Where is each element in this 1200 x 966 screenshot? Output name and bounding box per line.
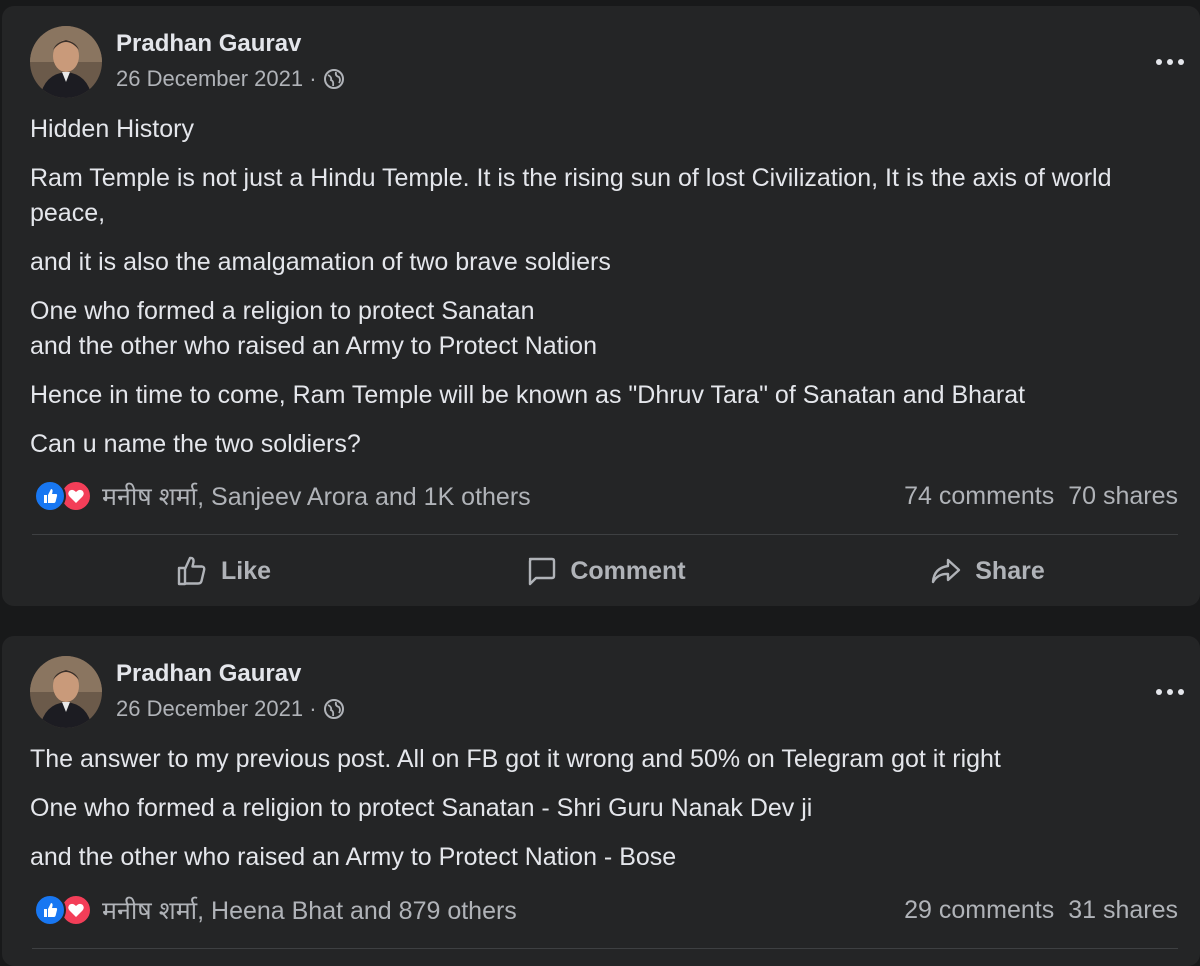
share-label: Share	[975, 556, 1045, 585]
comment-icon	[529, 557, 556, 586]
post-text-line: One who formed a religion to protect San…	[30, 297, 535, 325]
post-text-line: and the other who raised an Army to Prot…	[30, 843, 677, 871]
post-date[interactable]: 26 December 2021 ·	[116, 66, 317, 92]
post-stats: मनीष शर्मा, Sanjeev Arora and 1K others …	[34, 476, 1178, 516]
divider	[32, 948, 1178, 949]
like-reaction-icon	[34, 480, 66, 512]
post-body: Hidden History Ram Temple is not just a …	[30, 112, 1170, 476]
post-body: The answer to my previous post. All on F…	[30, 742, 1170, 889]
post-meta: 26 December 2021 ·	[116, 66, 345, 92]
engagement-counts: 74 comments 70 shares	[904, 482, 1178, 511]
post-header: Pradhan Gaurav 26 December 2021 ·	[30, 26, 1184, 98]
comment-label: Comment	[570, 556, 686, 585]
more-options-icon[interactable]	[1150, 52, 1190, 72]
author-avatar[interactable]	[30, 26, 102, 98]
post-text-line: One who formed a religion to protect San…	[30, 794, 813, 822]
post-text-line: Ram Temple is not just a Hindu Temple. I…	[30, 164, 1112, 227]
author-avatar[interactable]	[30, 656, 102, 728]
post-text-line: Hidden History	[30, 115, 194, 143]
globe-icon	[323, 68, 345, 90]
reactions-summary[interactable]: मनीष शर्मा, Sanjeev Arora and 1K others	[34, 479, 531, 513]
post-text-line: Hence in time to come, Ram Temple will b…	[30, 381, 1026, 409]
post-text-line: and the other who raised an Army to Prot…	[30, 332, 597, 360]
comments-count[interactable]: 29 comments	[904, 896, 1054, 925]
post-date[interactable]: 26 December 2021 ·	[116, 696, 317, 722]
more-options-icon[interactable]	[1150, 682, 1190, 702]
reactions-text[interactable]: मनीष शर्मा, Heena Bhat and 879 others	[102, 893, 517, 927]
comments-count[interactable]: 74 comments	[904, 482, 1054, 511]
like-label: Like	[220, 556, 272, 585]
post-text-line: Can u name the two soldiers?	[30, 430, 361, 458]
author-name[interactable]: Pradhan Gaurav	[116, 30, 301, 58]
action-bar: Like Comment Share	[32, 541, 1178, 601]
thumbs-up-icon	[177, 556, 206, 586]
reactions-summary[interactable]: मनीष शर्मा, Heena Bhat and 879 others	[34, 893, 517, 927]
post-card: Pradhan Gaurav 26 December 2021 · The an…	[2, 636, 1200, 966]
post-header: Pradhan Gaurav 26 December 2021 ·	[30, 656, 1184, 728]
like-button[interactable]: Like	[32, 554, 414, 588]
share-arrow-icon	[932, 558, 961, 584]
post-card: Pradhan Gaurav 26 December 2021 · Hidden…	[2, 6, 1200, 606]
shares-count[interactable]: 31 shares	[1068, 896, 1178, 925]
globe-icon	[323, 698, 345, 720]
divider	[32, 534, 1178, 535]
like-reaction-icon	[34, 894, 66, 926]
engagement-counts: 29 comments 31 shares	[904, 896, 1178, 925]
post-text-line: and it is also the amalgamation of two b…	[30, 248, 611, 276]
post-meta: 26 December 2021 ·	[116, 696, 345, 722]
reactions-text[interactable]: मनीष शर्मा, Sanjeev Arora and 1K others	[102, 479, 531, 513]
shares-count[interactable]: 70 shares	[1068, 482, 1178, 511]
post-stats: मनीष शर्मा, Heena Bhat and 879 others 29…	[34, 890, 1178, 930]
share-button[interactable]: Share	[796, 554, 1178, 588]
post-text-line: The answer to my previous post. All on F…	[30, 745, 1001, 773]
author-name[interactable]: Pradhan Gaurav	[116, 660, 301, 688]
comment-button[interactable]: Comment	[414, 554, 796, 588]
